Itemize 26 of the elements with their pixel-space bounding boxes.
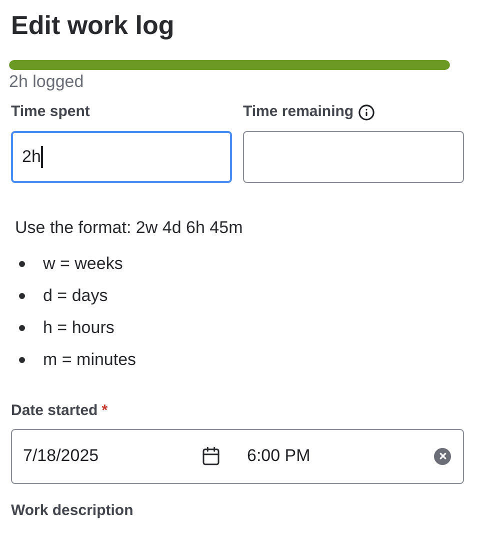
progress-caption: 2h logged <box>9 71 85 93</box>
text-cursor <box>40 146 43 168</box>
info-icon[interactable] <box>358 104 375 120</box>
text-field[interactable] <box>243 131 464 183</box>
format-help-text: Use the format: 2w 4d 6h 45m <box>15 217 244 239</box>
date-time-field[interactable]: 7/18/2025 6:00 PM <box>11 428 464 484</box>
field-label: Work description <box>11 500 134 520</box>
page-title: Edit work log <box>11 9 176 42</box>
list-item-text: m = minutes <box>43 348 136 371</box>
bullet-icon <box>19 324 25 330</box>
bullet-icon <box>19 356 25 362</box>
time-value: 6:00 PM <box>247 445 310 468</box>
field-label: Time remaining <box>243 102 354 122</box>
bullet-icon <box>19 292 25 298</box>
calendar-icon[interactable] <box>201 446 221 466</box>
bullet-icon <box>19 260 25 266</box>
field-value: 2h <box>22 146 41 168</box>
required-mark: * <box>102 401 108 422</box>
list-item-text: w = weeks <box>43 252 123 275</box>
field-label: Date started <box>11 401 98 422</box>
text-field[interactable]: 2h <box>11 131 232 183</box>
date-value: 7/18/2025 <box>23 445 100 468</box>
field-label: Time spent <box>11 102 90 122</box>
clear-icon[interactable] <box>434 448 451 464</box>
list-item-text: d = days <box>43 284 108 307</box>
list-item-text: h = hours <box>43 316 114 339</box>
